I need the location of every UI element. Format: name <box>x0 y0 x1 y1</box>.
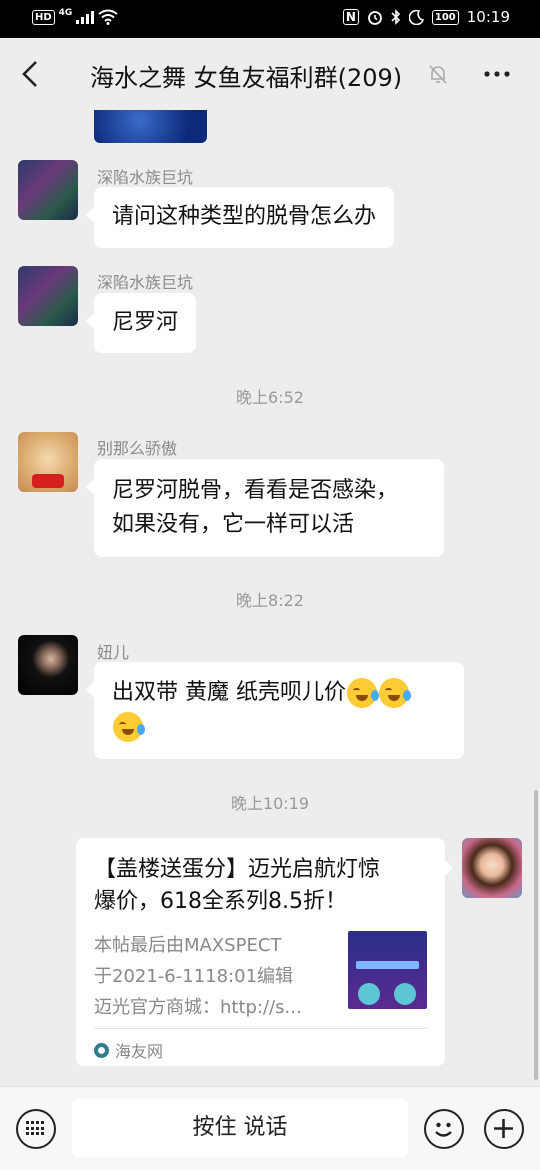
timestamp: 晚上8:22 <box>236 591 304 610</box>
alarm-icon <box>367 11 382 25</box>
laugh-cry-emoji-icon <box>379 678 411 708</box>
card-source: 海友网 <box>94 1038 163 1062</box>
my-avatar[interactable] <box>462 838 522 898</box>
thumb-banner <box>356 961 419 969</box>
status-right: N 100 10:19 <box>342 8 510 26</box>
image-message[interactable] <box>94 110 207 143</box>
card-title-line: 爆价，618全系列8.5折！ <box>94 889 347 914</box>
smiley-icon <box>435 1122 452 1137</box>
source-logo-icon <box>94 1042 109 1058</box>
more-options-button[interactable] <box>482 60 512 88</box>
message-line: 如果没有，它一样可以活 <box>112 512 355 537</box>
status-bar: HD 4G N 100 10:19 <box>0 0 540 38</box>
nfc-icon: N <box>342 9 359 25</box>
signal-icon <box>76 10 95 24</box>
status-time: 10:19 <box>466 8 510 26</box>
avatar[interactable] <box>18 432 78 492</box>
emoji-button[interactable] <box>424 1109 464 1149</box>
card-desc-line: 迈光官方商城：http://s... <box>94 997 302 1018</box>
message-bubble[interactable]: 请问这种类型的脱骨怎么办 <box>85 187 395 248</box>
card-desc-line: 本帖最后由MAXSPECT <box>94 935 282 956</box>
hold-to-talk-button[interactable]: 按住 说话 <box>72 1099 408 1157</box>
chat-title: 海水之舞 女鱼友福利群(209) <box>90 64 403 92</box>
scrollbar[interactable] <box>534 790 538 1080</box>
message-text: 出双带 黄魔 纸壳呗儿价 <box>112 680 346 705</box>
thumb-light-icon <box>358 983 380 1005</box>
bluetooth-icon <box>391 9 401 25</box>
message-line: 尼罗河脱骨，看看是否感染， <box>112 478 399 503</box>
card-thumbnail <box>348 931 427 1009</box>
message-bubble[interactable]: 尼罗河脱骨，看看是否感染， 如果没有，它一样可以活 <box>86 459 444 557</box>
sender-name: 深陷水族巨坑 <box>97 168 194 187</box>
avatar[interactable] <box>18 160 78 220</box>
card-title-line: 【盖楼送蛋分】迈光启航灯惊 <box>94 857 381 882</box>
card-description: 本帖最后由MAXSPECT 于2021-6-1118:01编辑 迈光官方商城：h… <box>94 930 332 1023</box>
sender-name: 别那么骄傲 <box>97 439 178 458</box>
hd-icon: HD <box>32 9 55 25</box>
message-bubble[interactable]: 出双带 黄魔 纸壳呗儿价 <box>86 662 464 759</box>
battery-icon: 100 <box>431 9 459 25</box>
network-label: 4G <box>58 8 73 18</box>
moon-icon <box>408 9 424 25</box>
keyboard-icon <box>26 1121 45 1136</box>
card-desc-line: 于2021-6-1118:01编辑 <box>94 966 294 987</box>
avatar[interactable] <box>18 635 78 695</box>
mute-bell-icon <box>429 65 447 84</box>
thumb-light-icon <box>394 983 416 1005</box>
sender-name: 妞儿 <box>97 643 130 662</box>
laugh-cry-emoji-icon <box>113 712 145 742</box>
sender-name: 深陷水族巨坑 <box>97 273 194 292</box>
input-bar: 按住 说话 <box>0 1086 540 1170</box>
laugh-cry-emoji-icon <box>347 678 379 708</box>
keyboard-toggle-button[interactable] <box>16 1109 56 1149</box>
source-name: 海友网 <box>115 1042 164 1061</box>
bow-tie <box>32 474 64 488</box>
link-card[interactable]: 【盖楼送蛋分】迈光启航灯惊 爆价，618全系列8.5折！ 本帖最后由MAXSPE… <box>76 838 453 1066</box>
status-left: HD 4G <box>32 8 118 25</box>
card-divider <box>94 1028 427 1029</box>
timestamp: 晚上10:19 <box>230 794 310 813</box>
avatar[interactable] <box>18 266 78 326</box>
message-bubble[interactable]: 尼罗河 <box>85 293 197 353</box>
timestamp: 晚上6:52 <box>236 388 304 407</box>
plus-icon <box>494 1119 513 1138</box>
chat-header: 海水之舞 女鱼友福利群(209) <box>0 38 540 110</box>
more-features-button[interactable] <box>484 1109 524 1149</box>
wifi-icon <box>98 9 118 25</box>
back-button[interactable] <box>16 58 46 90</box>
